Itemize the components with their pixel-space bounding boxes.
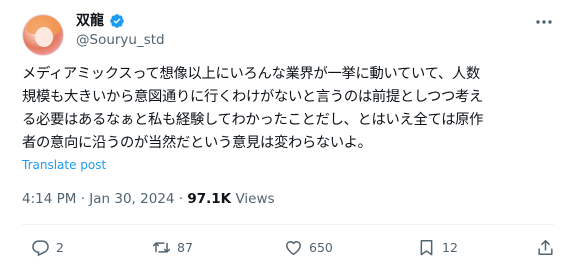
post-date[interactable]: Jan 30, 2024 [89,191,174,207]
author-handle[interactable]: @Souryu_std [76,32,165,48]
meta-separator: · [76,191,90,207]
display-name[interactable]: 双龍 [76,12,104,30]
like-button[interactable]: 650 [284,232,333,262]
views-count: 97.1K [187,191,232,207]
like-count: 650 [309,239,333,255]
tweet-text-line: 規模も大きいから意図通りに行くわけがないと言うのは前提としつつ考え [22,89,484,105]
retweet-button[interactable]: 87 [152,232,193,262]
reply-button[interactable]: 2 [31,232,64,262]
tweet-meta: 4:14 PM · Jan 30, 2024 · 97.1K Views [22,191,275,207]
reply-count: 2 [56,239,64,255]
bookmark-count: 12 [442,239,458,255]
author-name-row: 双龍 [76,12,125,30]
tweet-text-line: 者の意向に沿うのが当然だという意見は変わらないよ。 [22,135,372,151]
action-bar: 2 87 650 12 [22,232,554,262]
post-time[interactable]: 4:14 PM [22,191,76,207]
views-label: Views [235,191,275,207]
reply-icon [32,239,49,256]
more-options-icon[interactable] [534,14,554,28]
divider [22,224,554,225]
meta-separator: · [174,191,188,207]
heart-icon [286,240,301,255]
share-button[interactable] [536,232,555,262]
retweet-icon [152,241,171,253]
translate-post-link[interactable]: Translate post [22,158,106,172]
verified-badge-icon [109,13,125,29]
avatar[interactable] [22,14,64,56]
bookmark-icon [420,239,433,255]
tweet-text-line: メディアミックスって想像以上にいろんな業界が一挙に動いていて、人数 [22,66,480,82]
retweet-count: 87 [177,239,193,255]
tweet-text-line: る必要はあるなぁと私も経験してわかったことだし、とはいえ全ては原作 [22,112,484,128]
share-icon [538,239,553,255]
bookmark-button[interactable]: 12 [417,232,458,262]
avatar-face [35,27,53,47]
tweet-text: メディアミックスって想像以上にいろんな業界が一挙に動いていて、人数 規模も大きい… [22,63,560,155]
